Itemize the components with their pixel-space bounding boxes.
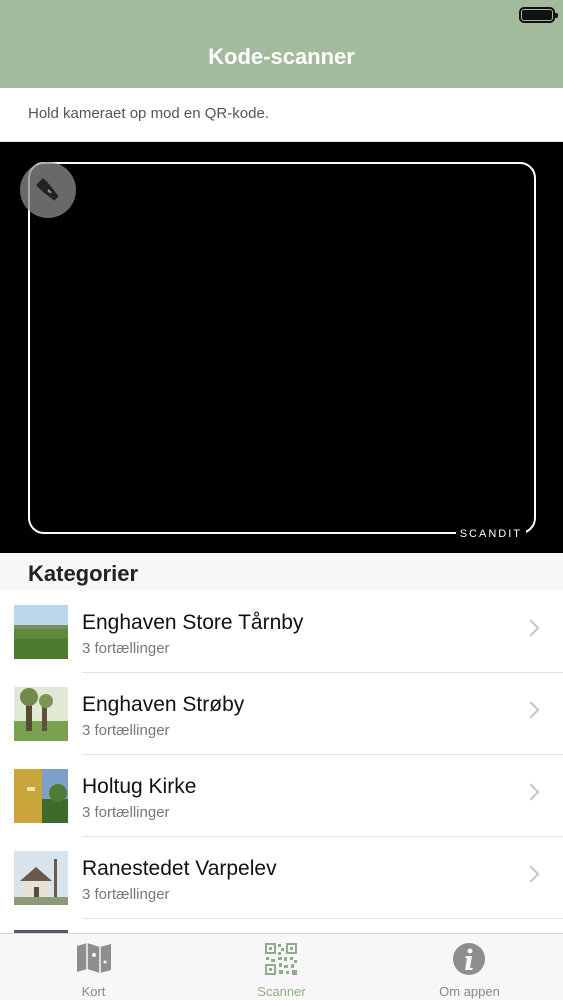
tab-bar: Kort Scanner Om appen bbox=[0, 933, 563, 1000]
category-subtitle: 3 fortællinger bbox=[82, 886, 170, 903]
tab-label: Scanner bbox=[257, 984, 306, 999]
tab-om-appen[interactable]: Om appen bbox=[376, 934, 563, 1000]
chevron-right-icon bbox=[522, 783, 540, 801]
category-subtitle: 3 fortællinger bbox=[82, 804, 170, 821]
tab-label: Om appen bbox=[439, 984, 500, 999]
qr-code-icon bbox=[265, 943, 297, 975]
category-title: Holtug Kirke bbox=[82, 775, 197, 798]
category-thumbnail bbox=[14, 605, 68, 659]
camera-view[interactable]: SCANDIT bbox=[0, 142, 563, 553]
tab-kort[interactable]: Kort bbox=[0, 934, 187, 1000]
scan-frame: SCANDIT bbox=[28, 162, 536, 541]
divider bbox=[82, 918, 563, 919]
scanner-hint-text: Hold kameraet op mod en QR-kode. bbox=[28, 105, 269, 122]
category-thumbnail bbox=[14, 687, 68, 741]
categories-header: Kategorier bbox=[0, 553, 563, 591]
chevron-right-icon bbox=[522, 865, 540, 883]
scanner-hint-bar: Hold kameraet op mod en QR-kode. bbox=[0, 88, 563, 142]
list-item[interactable]: Enghaven Store Tårnby 3 fortællinger bbox=[0, 591, 563, 673]
chevron-right-icon bbox=[522, 701, 540, 719]
list-item[interactable]: Holtug Kirke 3 fortællinger bbox=[0, 755, 563, 837]
map-icon bbox=[77, 943, 111, 973]
flashlight-button[interactable] bbox=[20, 162, 76, 218]
category-subtitle: 3 fortællinger bbox=[82, 640, 170, 657]
scandit-logo: SCANDIT bbox=[455, 527, 526, 541]
category-subtitle: 3 fortællinger bbox=[82, 722, 170, 739]
category-title: Ranestedet Varpelev bbox=[82, 857, 277, 880]
chevron-right-icon bbox=[522, 619, 540, 637]
category-thumbnail bbox=[14, 769, 68, 823]
categories-title: Kategorier bbox=[28, 561, 139, 586]
category-title: Enghaven Store Tårnby bbox=[82, 611, 304, 634]
battery-icon bbox=[519, 7, 558, 23]
info-icon bbox=[453, 943, 485, 975]
list-item[interactable]: Enghaven Strøby 3 fortællinger bbox=[0, 673, 563, 755]
page-title: Kode-scanner bbox=[208, 44, 355, 69]
tab-scanner[interactable]: Scanner bbox=[188, 934, 375, 1000]
category-title: Enghaven Strøby bbox=[82, 693, 245, 716]
flashlight-icon bbox=[36, 178, 59, 201]
tab-label: Kort bbox=[81, 984, 106, 999]
category-thumbnail bbox=[14, 851, 68, 905]
list-item[interactable]: Ranestedet Varpelev 3 fortællinger bbox=[0, 837, 563, 919]
navigation-bar: Kode-scanner bbox=[0, 0, 563, 88]
